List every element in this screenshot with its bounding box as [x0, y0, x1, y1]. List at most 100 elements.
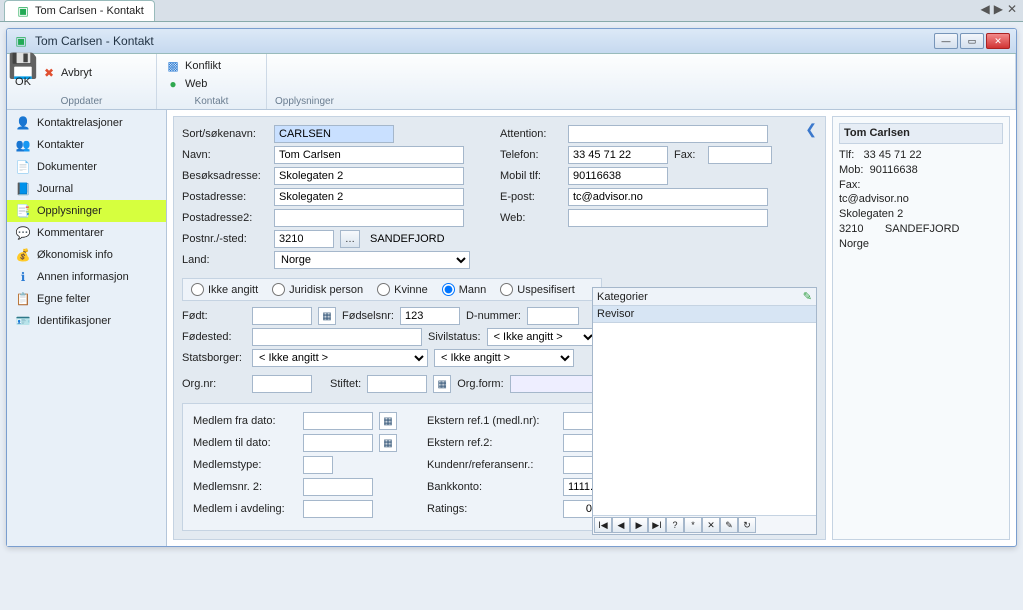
memtype-label: Medlemstype:: [193, 459, 297, 471]
nav-first-button[interactable]: I◀: [594, 517, 612, 533]
post-input[interactable]: [274, 188, 464, 206]
web-input[interactable]: [568, 209, 768, 227]
fax-input[interactable]: [708, 146, 772, 164]
tab-prev-icon[interactable]: ◀: [980, 2, 989, 16]
mobil-input[interactable]: [568, 167, 668, 185]
ribbon-group-kontakt: Kontakt: [165, 96, 258, 107]
window-icon: ▣: [13, 33, 29, 49]
ok-button[interactable]: 💾 OK: [15, 58, 31, 88]
orgnr-input[interactable]: [252, 375, 312, 393]
sidebar-item-kontakter[interactable]: 👥Kontakter: [7, 134, 166, 156]
maximize-button[interactable]: ▭: [960, 33, 984, 49]
statsb-select[interactable]: < Ikke angitt >: [252, 349, 428, 367]
sidebar-item-okonomisk[interactable]: 💰Økonomisk info: [7, 244, 166, 266]
summary-mob: 90116638: [870, 164, 918, 176]
sidebar-item-annen[interactable]: ℹAnnen informasjon: [7, 266, 166, 288]
fodt-label: Født:: [182, 310, 246, 322]
sidebar-item-label: Dokumenter: [37, 161, 97, 173]
sidebar-item-identifikasjoner[interactable]: 🪪Identifikasjoner: [7, 310, 166, 332]
nav-last-button[interactable]: ▶I: [648, 517, 666, 533]
besok-input[interactable]: [274, 167, 464, 185]
sivil-label: Sivilstatus:: [428, 331, 481, 343]
radio-mann[interactable]: Mann: [442, 283, 487, 296]
orgform-label: Org.form:: [457, 378, 503, 390]
sort-input[interactable]: [274, 125, 394, 143]
document-tab-bar: ▣ Tom Carlsen - Kontakt ◀ ▶ ✕: [0, 0, 1023, 22]
sivil-select[interactable]: < Ikke angitt >: [487, 328, 597, 346]
ekst1-label: Ekstern ref.1 (medl.nr):: [427, 415, 557, 427]
radio-juridisk[interactable]: Juridisk person: [272, 283, 363, 296]
ribbon: 💾 OK ✖ Avbryt Oppdater ▩ Konflikt: [7, 54, 1016, 110]
tab-close-icon[interactable]: ✕: [1007, 2, 1017, 16]
edit-icon[interactable]: ✎: [803, 290, 812, 303]
nav-help-button[interactable]: ?: [666, 517, 684, 533]
document-tab[interactable]: ▣ Tom Carlsen - Kontakt: [4, 0, 155, 21]
telefon-input[interactable]: [568, 146, 668, 164]
sted-value: [366, 230, 466, 248]
summary-name: Tom Carlsen: [839, 123, 1003, 144]
mobil-label: Mobil tlf:: [500, 170, 562, 182]
post2-input[interactable]: [274, 209, 464, 227]
sidebar-item-journal[interactable]: 📘Journal: [7, 178, 166, 200]
memfra-input[interactable]: [303, 412, 373, 430]
memtil-calendar-icon[interactable]: ▦: [379, 434, 397, 452]
minimize-button[interactable]: —: [934, 33, 958, 49]
kategori-row[interactable]: Revisor: [593, 306, 816, 323]
globe-icon: ●: [165, 76, 181, 92]
postnr-lookup-button[interactable]: …: [340, 230, 360, 248]
nav-add-button[interactable]: *: [684, 517, 702, 533]
sidebar-item-opplysninger[interactable]: 📑Opplysninger: [7, 200, 166, 222]
konflikt-button[interactable]: ▩ Konflikt: [165, 58, 221, 74]
web-button[interactable]: ● Web: [165, 76, 221, 92]
stiftet-input[interactable]: [367, 375, 427, 393]
navn-input[interactable]: [274, 146, 464, 164]
sidebar-item-label: Kommentarer: [37, 227, 104, 239]
gender-radio-group: Ikke angitt Juridisk person Kvinne Mann …: [182, 278, 602, 301]
sidebar-item-dokumenter[interactable]: 📄Dokumenter: [7, 156, 166, 178]
memtype-input[interactable]: [303, 456, 333, 474]
memavd-input[interactable]: [303, 500, 373, 518]
sidebar-item-kontaktrelasjoner[interactable]: 👤Kontaktrelasjoner: [7, 112, 166, 134]
fodested-label: Fødested:: [182, 331, 246, 343]
fodested-input[interactable]: [252, 328, 422, 346]
radio-kvinne[interactable]: Kvinne: [377, 283, 428, 296]
sidebar-item-kommentarer[interactable]: 💬Kommentarer: [7, 222, 166, 244]
sidebar-item-label: Egne felter: [37, 293, 90, 305]
statsb2-select[interactable]: < Ikke angitt >: [434, 349, 574, 367]
memfra-label: Medlem fra dato:: [193, 415, 297, 427]
window-title: Tom Carlsen - Kontakt: [35, 34, 928, 48]
radio-ikke-angitt[interactable]: Ikke angitt: [191, 283, 258, 296]
app-icon: ▣: [15, 3, 31, 19]
besok-label: Besøksadresse:: [182, 170, 268, 182]
ratings-label: Ratings:: [427, 503, 557, 515]
postnr-label: Postnr./-sted:: [182, 233, 268, 245]
ekst2-label: Ekstern ref.2:: [427, 437, 557, 449]
dnummer-input[interactable]: [527, 307, 579, 325]
collapse-chevron-icon[interactable]: ❮: [805, 121, 817, 138]
contact-window: ▣ Tom Carlsen - Kontakt — ▭ ✕ 💾 OK ✖ Avb…: [6, 28, 1017, 547]
land-select[interactable]: Norge: [274, 251, 470, 269]
nav-refresh-button[interactable]: ↻: [738, 517, 756, 533]
nav-next-button[interactable]: ▶: [630, 517, 648, 533]
fax-label: Fax:: [674, 149, 702, 161]
memfra-calendar-icon[interactable]: ▦: [379, 412, 397, 430]
tab-next-icon[interactable]: ▶: [994, 2, 1003, 16]
sidebar-item-egne[interactable]: 📋Egne felter: [7, 288, 166, 310]
fodselsnr-input[interactable]: [400, 307, 460, 325]
stiftet-calendar-icon[interactable]: ▦: [433, 375, 451, 393]
fodselsnr-label: Fødselsnr:: [342, 310, 394, 322]
nav-del-button[interactable]: ✕: [702, 517, 720, 533]
nav-prev-button[interactable]: ◀: [612, 517, 630, 533]
nav-edit-button[interactable]: ✎: [720, 517, 738, 533]
sidebar-item-label: Identifikasjoner: [37, 315, 111, 327]
fodt-input[interactable]: [252, 307, 312, 325]
memtil-input[interactable]: [303, 434, 373, 452]
radio-uspesifisert[interactable]: Uspesifisert: [500, 283, 574, 296]
epost-input[interactable]: [568, 188, 768, 206]
memnr-input[interactable]: [303, 478, 373, 496]
postnr-input[interactable]: [274, 230, 334, 248]
close-button[interactable]: ✕: [986, 33, 1010, 49]
avbryt-button[interactable]: ✖ Avbryt: [41, 65, 92, 81]
attention-input[interactable]: [568, 125, 768, 143]
fodt-calendar-icon[interactable]: ▦: [318, 307, 336, 325]
